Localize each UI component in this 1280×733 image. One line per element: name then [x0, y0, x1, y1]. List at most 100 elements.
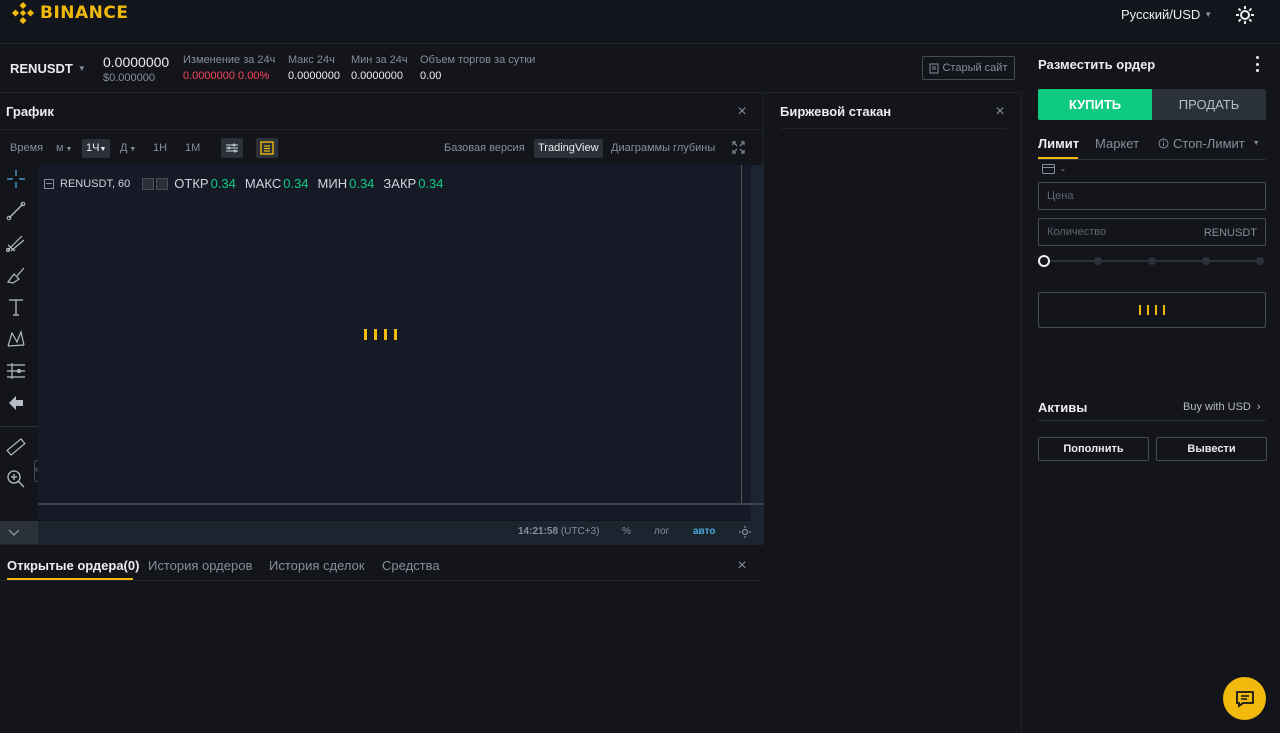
divider [780, 128, 1006, 129]
slider-step-100[interactable] [1256, 257, 1264, 265]
stat-change: Изменение за 24ч 0.0000000 0.00% [183, 54, 275, 82]
loading-indicator [364, 329, 397, 340]
top-navbar: BINANCE Русский/USD ▼ [0, 0, 1280, 44]
chevron-down-icon: ▼ [99, 146, 107, 153]
buy-tab-button[interactable]: КУПИТЬ [1038, 89, 1152, 120]
time-axis-border [38, 503, 764, 505]
slider-step-75[interactable] [1202, 257, 1210, 265]
sell-tab-button[interactable]: ПРОДАТЬ [1152, 89, 1266, 120]
slider-step-50[interactable] [1148, 257, 1156, 265]
price-input[interactable] [1039, 183, 1265, 209]
tab-funds[interactable]: Средства [382, 558, 440, 573]
support-chat-button[interactable] [1223, 677, 1266, 720]
price-field[interactable] [1038, 182, 1266, 210]
ruler-icon[interactable] [5, 436, 27, 458]
crosshair-icon[interactable] [5, 168, 27, 190]
deposit-button[interactable]: Пополнить [1038, 437, 1149, 461]
chart-settings-button[interactable] [256, 138, 278, 158]
interval-1w[interactable]: 1Н [149, 139, 171, 158]
buy-with-usd-link[interactable]: Buy with USD › [1183, 401, 1261, 413]
fib-tool-icon[interactable] [5, 232, 27, 254]
submit-order-button[interactable] [1038, 292, 1266, 328]
basic-version-tab[interactable]: Базовая версия [440, 139, 529, 158]
auto-toggle[interactable]: авто [693, 526, 715, 537]
order-book-panel: Биржевой стакан × [764, 93, 1022, 733]
percent-toggle[interactable]: % [622, 526, 631, 537]
settings-gear-icon[interactable] [1235, 5, 1255, 25]
legend-close-label: ЗАКР [383, 176, 417, 191]
order-type-market[interactable]: Маркет [1095, 136, 1139, 151]
close-orders-icon[interactable]: × [736, 558, 748, 574]
document-icon [929, 63, 939, 73]
last-price-usd: $0.000000 [103, 72, 155, 84]
collapse-toolbar-button[interactable] [0, 521, 38, 544]
stat-volume: Объем торгов за сутки 0.00 [420, 54, 535, 82]
interval-1m[interactable]: 1М [181, 139, 204, 158]
legend-open-label: ОТКР [174, 176, 209, 191]
interval-day[interactable]: Д ▼ [116, 139, 140, 158]
stat-volume-value: 0.00 [420, 70, 442, 82]
slider-knob[interactable] [1038, 255, 1050, 267]
chart-canvas[interactable]: RENUSDT, 60 ОТКР 0.34 МАКС 0.34 МИН 0.34 ЗА… [38, 165, 764, 544]
interval-1h[interactable]: 1Ч▼ [82, 139, 111, 158]
slider-step-25[interactable] [1094, 257, 1102, 265]
chat-icon [1235, 690, 1254, 708]
divider [1038, 159, 1266, 160]
more-options-icon[interactable] [1256, 56, 1260, 72]
order-type-limit[interactable]: Лимит [1038, 136, 1079, 151]
settings-icon[interactable] [156, 177, 169, 190]
tab-trade-history[interactable]: История сделок [269, 558, 365, 573]
indicators-button[interactable] [221, 138, 243, 158]
tab-open-orders[interactable]: Открытые ордера(0) [7, 558, 139, 573]
amount-percent-slider[interactable] [1038, 254, 1266, 268]
visibility-icon[interactable] [142, 177, 155, 190]
pattern-tool-icon[interactable] [5, 328, 27, 350]
stat-high-label: Макс 24ч [288, 54, 335, 66]
chevron-down-icon [8, 529, 20, 536]
language-selector[interactable]: Русский/USD ▼ [1121, 7, 1212, 22]
legend-high-label: МАКС [244, 176, 282, 191]
close-order-book-icon[interactable]: × [994, 104, 1006, 120]
order-book-title: Биржевой стакан [780, 104, 892, 119]
stat-high-value: 0.0000000 [288, 70, 340, 82]
gear-icon[interactable] [739, 526, 751, 538]
zoom-in-icon[interactable] [5, 468, 27, 490]
price-axis[interactable] [751, 165, 764, 544]
tab-order-history[interactable]: История ордеров [148, 558, 252, 573]
symbol-label: RENUSDT [10, 61, 73, 76]
stat-low-label: Мин за 24ч [351, 54, 408, 66]
chevron-down-icon: ▼ [63, 146, 73, 153]
collapse-legend-icon[interactable] [44, 178, 54, 189]
status-clock: 14:21:58 [518, 526, 559, 537]
withdraw-button[interactable]: Вывести [1156, 437, 1267, 461]
brush-icon[interactable] [5, 264, 27, 286]
stat-volume-label: Объем торгов за сутки [420, 54, 536, 66]
stat-low: Мин за 24ч 0.0000000 [351, 54, 408, 82]
fullscreen-icon[interactable] [732, 141, 745, 154]
amount-field[interactable]: RENUSDT [1038, 218, 1266, 246]
interval-time[interactable]: Время [6, 139, 47, 158]
binance-logo[interactable]: BINANCE [12, 2, 128, 24]
chart-panel: График × Время м ▼ 1Ч▼ Д ▼ 1Н 1М Базовая… [0, 93, 764, 544]
order-type-stop-limit[interactable]: Стоп-Лимит ▼ [1158, 136, 1260, 151]
interval-minute[interactable]: м ▼ [52, 139, 76, 158]
prediction-tool-icon[interactable] [5, 360, 27, 382]
close-chart-icon[interactable]: × [736, 104, 748, 120]
legend-high-value: 0.34 [283, 176, 309, 191]
trend-line-icon[interactable] [5, 200, 27, 222]
symbol-selector[interactable]: RENUSDT ▼ [10, 61, 86, 76]
interval-1h-label: 1Ч [86, 142, 100, 154]
text-tool-icon[interactable] [5, 296, 27, 318]
stat-change-value: 0.0000000 0.00% [183, 70, 270, 82]
old-site-label: Старый сайт [942, 62, 1008, 74]
tradingview-tab[interactable]: TradingView [534, 139, 603, 158]
arrow-left-icon[interactable] [5, 392, 27, 414]
wallet-icon [1042, 164, 1055, 174]
ticker-bar: RENUSDT ▼ 0.0000000 $0.000000 Изменение … [0, 44, 1022, 93]
depth-chart-tab[interactable]: Диаграммы глубины [607, 139, 719, 158]
available-balance-value: - [1061, 162, 1065, 176]
old-site-button[interactable]: Старый сайт [922, 56, 1015, 80]
list-icon [260, 141, 274, 155]
log-toggle[interactable]: лог [654, 526, 669, 537]
buy-with-usd-label: Buy with USD [1183, 401, 1251, 413]
